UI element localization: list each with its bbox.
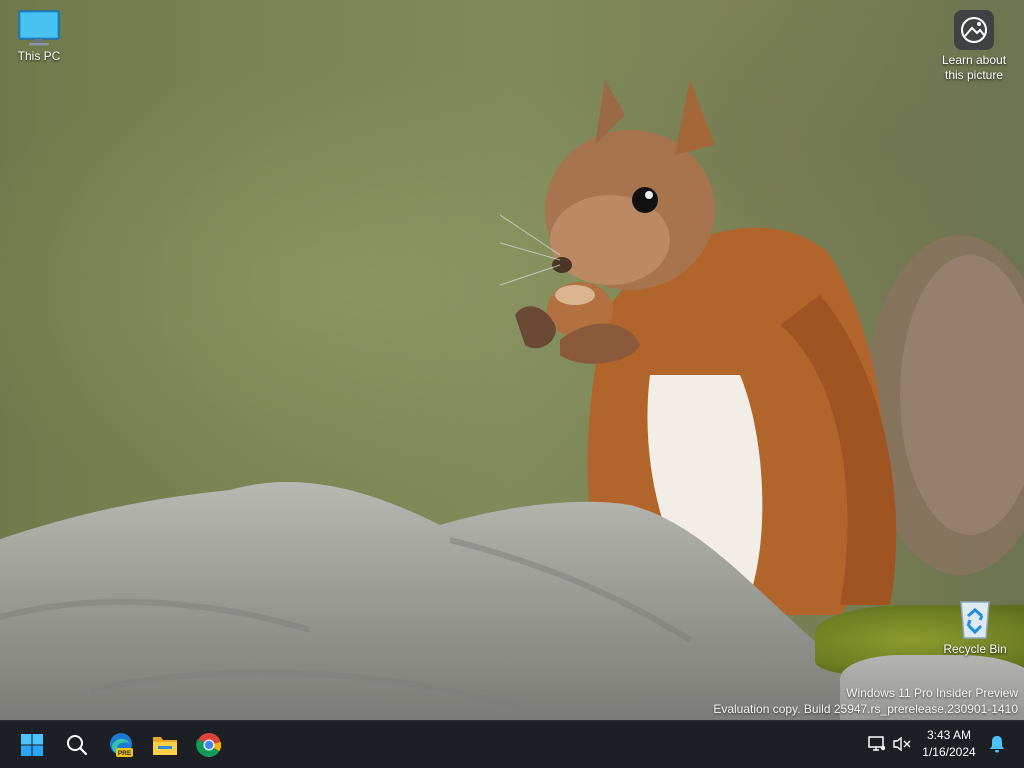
taskbar: PRE 3:43 AM 1/16/2024 <box>0 720 1024 768</box>
camera-spotlight-icon <box>954 10 994 50</box>
search-button[interactable] <box>59 727 95 763</box>
watermark-line2: Evaluation copy. Build 25947.rs_prerelea… <box>713 702 1018 716</box>
watermark-line1: Windows 11 Pro Insider Preview <box>846 686 1018 700</box>
display-network-icon <box>868 736 886 751</box>
windows-logo-icon <box>21 734 43 756</box>
desktop-wallpaper: This PC Learn about this picture Recycle… <box>0 0 1024 720</box>
spotlight-label-line2: this picture <box>944 68 1004 82</box>
desktop-icon-label: This PC <box>17 49 61 63</box>
notifications-button[interactable] <box>986 733 1008 755</box>
taskbar-app-edge-preview[interactable]: PRE <box>103 727 139 763</box>
taskbar-app-chrome[interactable] <box>191 727 227 763</box>
network-status-button[interactable] <box>866 733 888 755</box>
spotlight-label-line1: Learn about <box>941 53 1007 67</box>
edge-pre-icon: PRE <box>110 733 133 757</box>
monitor-icon <box>18 10 60 46</box>
desktop-icon-label: Recycle Bin <box>943 642 1007 656</box>
bell-icon <box>990 736 1004 753</box>
volume-button[interactable] <box>891 733 913 755</box>
folder-icon <box>153 737 177 755</box>
chrome-icon <box>196 733 222 758</box>
taskbar-app-file-explorer[interactable] <box>147 727 183 763</box>
start-button[interactable] <box>14 727 50 763</box>
evaluation-watermark: Windows 11 Pro Insider Preview Evaluatio… <box>713 685 1018 717</box>
rock-image <box>0 482 850 720</box>
recycle-bin-icon <box>960 601 990 639</box>
volume-muted-icon <box>893 736 911 752</box>
desktop-icon-this-pc[interactable]: This PC <box>1 9 77 64</box>
clock-date: 1/16/2024 <box>922 745 976 759</box>
desktop-icon-recycle-bin[interactable]: Recycle Bin <box>937 598 1013 657</box>
search-icon <box>67 735 88 756</box>
desktop-icon-spotlight[interactable]: Learn about this picture <box>936 9 1012 83</box>
pre-badge-label: PRE <box>118 750 132 757</box>
taskbar-clock[interactable]: 3:43 AM 1/16/2024 <box>914 727 984 761</box>
clock-time: 3:43 AM <box>926 728 972 742</box>
